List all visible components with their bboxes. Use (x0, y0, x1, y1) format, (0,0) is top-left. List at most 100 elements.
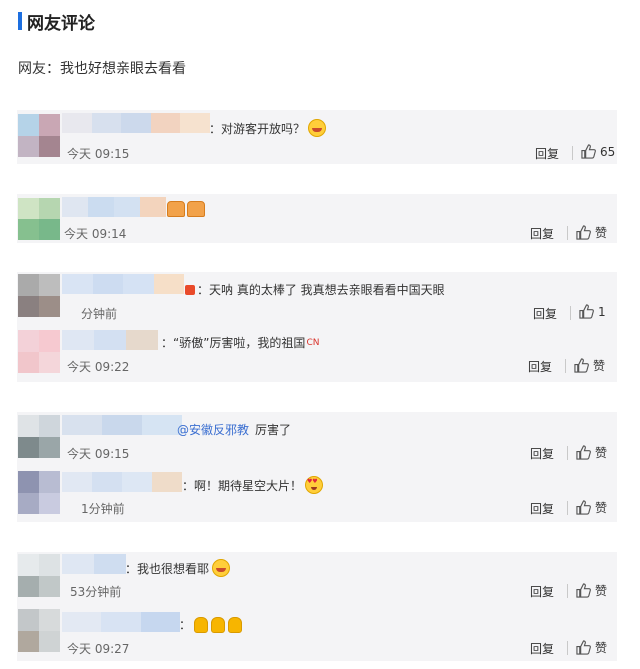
comment-text: ：啊！期待星空大片！ (182, 476, 324, 494)
reply-button[interactable]: 回复 (530, 445, 554, 462)
comment-item: ：对游客开放吗？ 今天 09:15 回复 65 (17, 110, 617, 164)
comment-time: 分钟前 (81, 307, 118, 321)
comment-item: ：“骄傲”厉害啦，我的祖国 CN 今天 09:22 回复 赞 (17, 326, 617, 382)
comment-item: @安徽反邪教 厉害了 今天 09:15 回复 赞 (17, 412, 617, 467)
action-divider (567, 501, 568, 515)
action-divider (567, 641, 568, 655)
comment-time: 今天 09:22 (67, 360, 130, 374)
action-divider (567, 226, 568, 240)
reply-button[interactable]: 回复 (530, 583, 554, 600)
comment-text (165, 201, 205, 217)
like-button[interactable]: 赞 (576, 224, 607, 241)
laughing-crying-emoji-icon (308, 119, 327, 137)
comment-time: 1分钟前 (81, 502, 125, 516)
thumbs-up-icon (576, 225, 591, 240)
comment-time: 今天 09:15 (67, 147, 130, 161)
comment-text: @安徽反邪教 厉害了 (177, 421, 292, 438)
like-button[interactable]: 赞 (576, 444, 607, 461)
comment-text: ：“骄傲”厉害啦，我的祖国 CN (161, 336, 320, 350)
like-button[interactable]: 赞 (576, 639, 607, 656)
badge-icon (185, 284, 195, 295)
reply-button[interactable]: 回复 (530, 640, 554, 657)
thumbs-up-icon (581, 144, 596, 159)
like-count: 65 (600, 144, 616, 159)
comment-text: ： (179, 616, 243, 633)
comment-item: ： 今天 09:27 回复 赞 (17, 606, 617, 661)
comment-text: ：对游客开放吗？ (209, 119, 327, 137)
like-count: 赞 (593, 359, 606, 373)
laughing-crying-emoji-icon (212, 559, 231, 577)
reply-button[interactable]: 回复 (533, 305, 557, 322)
comment-item: 今天 09:14 回复 赞 (17, 194, 617, 243)
avatar[interactable] (18, 198, 60, 240)
avatar[interactable] (18, 471, 60, 514)
username-blurred[interactable] (62, 197, 166, 217)
thumbs-up-icon (574, 358, 589, 373)
comment-group: 今天 09:14 回复 赞 (17, 194, 617, 243)
like-count: 赞 (595, 641, 608, 655)
comment-time: 53分钟前 (70, 585, 122, 599)
comment-group: ：我也很想看耶 53分钟前 回复 赞 ： 今天 09:27 回复 赞 (17, 552, 617, 661)
like-button[interactable]: 1 (579, 304, 606, 319)
comment-time: 今天 09:15 (67, 447, 130, 461)
like-button[interactable]: 赞 (574, 357, 605, 374)
username-blurred[interactable] (62, 415, 182, 435)
comment-group: ：对游客开放吗？ 今天 09:15 回复 65 (17, 110, 617, 164)
comment-item: ：啊！期待星空大片！ 1分钟前 回复 赞 (17, 467, 617, 522)
action-divider (567, 446, 568, 460)
avatar[interactable] (18, 330, 60, 373)
comment-time: 今天 09:27 (67, 642, 130, 656)
username-blurred[interactable] (62, 472, 182, 492)
thumbs-up-icon (576, 445, 591, 460)
comment-time: 今天 09:14 (64, 227, 127, 241)
comment-item: ：天呐 真的太棒了 我真想去亲眼看看中国天眼 分钟前 回复 1 (17, 272, 617, 326)
avatar[interactable] (18, 415, 60, 458)
section-accent-bar (18, 12, 22, 30)
thumbs-up-icon (579, 304, 594, 319)
comment-item: ：我也很想看耶 53分钟前 回复 赞 (17, 552, 617, 606)
avatar[interactable] (18, 609, 60, 652)
reply-button[interactable]: 回复 (530, 500, 554, 517)
like-count: 赞 (595, 226, 608, 240)
username-blurred[interactable] (62, 274, 184, 294)
like-count: 赞 (595, 584, 608, 598)
comment-text: ：天呐 真的太棒了 我真想去亲眼看看中国天眼 (185, 281, 445, 298)
quote-text: 网友：我也好想亲眼去看看 (18, 61, 186, 77)
reply-button[interactable]: 回复 (535, 145, 559, 162)
cn-flag-icon: CN (306, 337, 320, 348)
comment-group: @安徽反邪教厉害了 今天 09:15 回复 赞 ：啊！期待星空大片！ 1分钟前 … (17, 412, 617, 522)
avatar[interactable] (18, 274, 60, 317)
section-header: 网友评论 (18, 10, 95, 34)
thumbs-up-icon (576, 640, 591, 655)
thumbs-up-emoji-icon (228, 616, 243, 633)
like-button[interactable]: 赞 (576, 499, 607, 516)
reply-button[interactable]: 回复 (530, 225, 554, 242)
action-divider (572, 146, 573, 160)
action-divider (565, 359, 566, 373)
action-divider (570, 306, 571, 320)
thumbs-up-icon (576, 500, 591, 515)
comment-group: ：天呐 真的太棒了 我真想去亲眼看看中国天眼 分钟前 回复 1 ：“骄傲”厉害啦… (17, 272, 617, 382)
like-count: 赞 (595, 446, 608, 460)
username-blurred[interactable] (62, 330, 158, 350)
thumbs-up-emoji-icon (211, 616, 226, 633)
section-title: 网友评论 (27, 13, 95, 34)
like-button[interactable]: 65 (581, 144, 615, 159)
thumbs-up-emoji-icon (194, 616, 209, 633)
heart-eyes-emoji-icon (305, 476, 324, 494)
comment-text: ：我也很想看耶 (125, 559, 231, 577)
avatar[interactable] (18, 554, 60, 597)
username-blurred[interactable] (62, 554, 126, 574)
clapping-hands-emoji-icon (187, 201, 205, 217)
like-button[interactable]: 赞 (576, 582, 607, 599)
username-blurred[interactable] (62, 612, 180, 632)
avatar[interactable] (18, 114, 60, 157)
action-divider (567, 584, 568, 598)
username-blurred[interactable] (62, 113, 210, 133)
like-count: 赞 (595, 501, 608, 515)
clapping-hands-emoji-icon (167, 201, 185, 217)
thumbs-up-icon (576, 583, 591, 598)
reply-button[interactable]: 回复 (528, 358, 552, 375)
mention-link[interactable]: @安徽反邪教 (177, 421, 249, 438)
like-count: 1 (598, 304, 606, 319)
